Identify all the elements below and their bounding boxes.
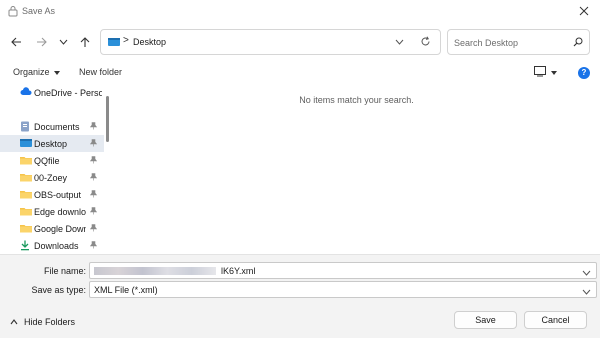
chevron-down-icon[interactable] [582,268,591,278]
sidebar-item-label: Desktop [34,139,68,149]
pin-icon[interactable] [89,224,98,234]
arrow-left-icon[interactable] [8,34,24,50]
documents-icon [20,121,31,132]
pin-icon[interactable] [89,173,98,183]
address-dropdown-icon[interactable] [395,37,404,47]
arrow-up-icon[interactable] [77,34,93,50]
sidebar-item-edge-downloads[interactable]: Edge downloa [0,203,104,220]
new-folder-button[interactable]: New folder [79,67,122,77]
sidebar-item-00-zoey[interactable]: 00-Zoey [0,169,104,186]
pin-icon[interactable] [89,241,98,251]
pin-icon[interactable] [89,139,98,149]
cloud-icon [20,87,32,97]
refresh-icon[interactable] [420,36,431,49]
sidebar-item-google-downloads[interactable]: Google Downl [0,220,104,237]
sidebar-item-documents[interactable]: Documents [0,118,104,135]
pin-icon[interactable] [89,207,98,217]
sidebar-item-obs-output[interactable]: OBS-output [0,186,104,203]
sidebar-item-label: 00-Zoey [34,173,68,183]
arrow-right-icon[interactable] [33,34,49,50]
folder-icon [20,189,32,199]
close-icon[interactable] [576,3,592,19]
save-as-type-value: XML File (*.xml) [94,285,158,295]
chevron-down-icon[interactable] [55,34,71,50]
hide-folders-label: Hide Folders [24,317,76,327]
sidebar-item-downloads[interactable]: Downloads [0,237,104,254]
view-dropdown-icon[interactable] [551,71,557,75]
lock-icon [8,5,18,19]
file-list-area[interactable]: No items match your search. [113,84,600,254]
file-name-field[interactable]: lK6Y.xml [89,262,597,279]
sidebar-item-desktop[interactable]: Desktop [0,135,104,152]
empty-message: No items match your search. [299,95,414,105]
sidebar-item-label: OneDrive - Persor [34,88,102,98]
sidebar-item-label: Documents [34,122,80,132]
content-area: OneDrive - Persor Documents Desktop QQfi… [0,84,600,254]
search-icon[interactable] [573,37,583,49]
chevron-up-icon [10,317,18,327]
folder-icon [20,206,32,216]
command-bar: Organize New folder ? [0,62,600,84]
folder-icon [20,172,32,182]
sidebar-item-qqfile[interactable]: QQfile [0,152,104,169]
file-name-label: File name: [43,266,86,276]
desktop-folder-icon [108,37,120,49]
search-box[interactable]: Search Desktop [447,29,590,55]
sidebar-item-label: Google Downl [34,224,86,234]
cancel-button[interactable]: Cancel [524,311,587,329]
window-title: Save As [22,6,56,16]
pin-icon[interactable] [89,122,98,132]
download-icon [20,240,31,251]
sidebar-item-label: OBS-output [34,190,82,200]
search-input[interactable]: Search Desktop [454,38,518,48]
help-button[interactable]: ? [578,67,590,79]
desktop-icon [20,138,32,148]
organize-label: Organize [13,67,50,77]
sidebar-item-label: QQfile [34,156,60,166]
redacted-filename-block [94,267,216,275]
file-name-value: lK6Y.xml [221,266,256,276]
pin-icon[interactable] [89,156,98,166]
sidebar-scrollbar-thumb[interactable] [106,96,109,142]
address-bar[interactable]: > Desktop [100,29,441,55]
sidebar-item-label: Downloads [34,241,79,251]
organize-button[interactable]: Organize [13,67,60,77]
folder-icon [20,155,32,165]
breadcrumb-separator: > [123,35,129,46]
sidebar-item-onedrive[interactable]: OneDrive - Persor [0,84,104,101]
pin-icon[interactable] [89,190,98,200]
save-as-type-select[interactable]: XML File (*.xml) [89,281,597,298]
folder-icon [20,223,32,233]
caret-down-icon [53,70,60,75]
save-button[interactable]: Save [454,311,517,329]
title-bar: Save As [0,0,600,22]
save-as-type-label: Save as type: [31,285,86,295]
view-icon[interactable] [534,66,546,79]
chevron-down-icon[interactable] [582,287,591,297]
breadcrumb-desktop[interactable]: Desktop [133,37,166,47]
hide-folders-button[interactable]: Hide Folders [10,317,75,327]
sidebar-item-label: Edge downloa [34,207,86,217]
navigation-pane: OneDrive - Persor Documents Desktop QQfi… [0,84,113,254]
